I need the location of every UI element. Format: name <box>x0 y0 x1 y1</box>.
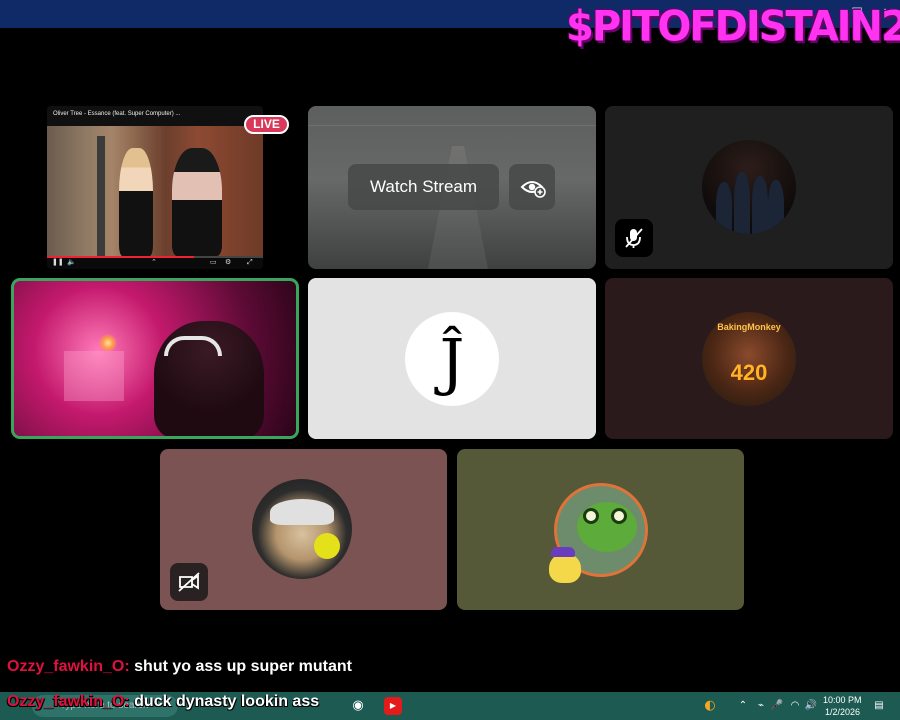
webcam-headset <box>164 336 222 356</box>
video-figure-right <box>172 148 222 256</box>
chat-message: Ozzy_fawkin_O: shut yo ass up super muta… <box>7 658 352 676</box>
video-figure-left <box>119 148 153 256</box>
avatar-figure <box>716 182 732 234</box>
captions-icon[interactable]: ▭ <box>210 258 217 266</box>
microphone-icon[interactable]: 🎤 <box>768 697 786 715</box>
chat-message: Ozzy_fawkin_O: duck dynasty lookin ass <box>7 693 319 711</box>
webcam-shelf <box>64 351 124 401</box>
avatar-ball <box>314 533 340 559</box>
video-lamppost <box>97 136 105 256</box>
participant-tile-frog[interactable] <box>457 449 744 610</box>
chevron-up-icon[interactable]: ⌃ <box>734 697 752 715</box>
pause-icon[interactable]: ❚❚ <box>52 258 64 266</box>
taskbar-time[interactable]: 10:00 PM <box>823 695 862 705</box>
avatar-duck-cap <box>551 547 575 557</box>
watch-stream-button[interactable]: Watch Stream <box>348 164 499 210</box>
avatar-frog-eye <box>583 508 599 524</box>
chat-username: Ozzy_fawkin_O: <box>7 693 130 710</box>
participant-tile-j[interactable]: Ĵ <box>308 278 596 439</box>
taskbar-date[interactable]: 1/2/2026 <box>825 707 860 717</box>
screen-share-hud <box>308 116 596 126</box>
avatar-logo-name: BakingMonkey <box>717 322 781 332</box>
participant-tile-bakingmonkey[interactable]: BakingMonkey 420 <box>605 278 893 439</box>
avatar-frog-eye <box>611 508 627 524</box>
mic-off-icon <box>615 219 653 257</box>
obs-icon[interactable]: ◉ <box>349 697 367 715</box>
avatar-figure <box>734 172 750 234</box>
weather-icon[interactable]: ◐ <box>701 697 719 715</box>
participant-avatar-j: Ĵ <box>405 312 499 406</box>
avatar-logo-number: 420 <box>730 360 768 385</box>
chat-username: Ozzy_fawkin_O: <box>7 658 130 675</box>
avatar-hat <box>270 499 334 525</box>
screen-share-tile[interactable]: Watch Stream <box>308 106 596 269</box>
chevron-up-icon[interactable]: ⌃ <box>151 258 157 266</box>
avatar-figure <box>752 176 768 234</box>
live-badge: LIVE <box>244 115 289 134</box>
fullscreen-icon[interactable]: ⤢ <box>247 258 253 267</box>
eye-plus-icon[interactable] <box>509 164 555 210</box>
notification-icon[interactable]: ▤ <box>870 697 888 715</box>
participant-avatar <box>702 140 796 234</box>
webcam-lamp <box>99 334 117 352</box>
stream-preview-tile[interactable]: Oliver Tree - Essance (feat. Super Compu… <box>47 106 263 269</box>
participant-tile-cat[interactable] <box>160 449 447 610</box>
streamer-name-overlay: $PITOFDISTAIN27 <box>566 2 900 52</box>
camera-off-icon <box>170 563 208 601</box>
settings-icon[interactable]: ⚙ <box>225 258 231 266</box>
volume-icon[interactable]: 🔈 <box>67 258 76 266</box>
participant-avatar-cat <box>252 479 352 579</box>
avatar-duck <box>549 547 581 583</box>
avatar-figure <box>768 180 784 234</box>
chat-text: shut yo ass up super mutant <box>134 658 352 675</box>
stream-video[interactable] <box>47 126 263 256</box>
youtube-icon[interactable]: ▶ <box>384 697 402 715</box>
speaker-icon[interactable]: 🔊 <box>802 697 820 715</box>
avatar-frog-head <box>577 502 637 552</box>
participant-tile-band[interactable] <box>605 106 893 269</box>
stream-video-title: Oliver Tree - Essance (feat. Super Compu… <box>53 111 181 117</box>
video-controls: ❚❚ 🔈 ⌃ ▭ ⚙ ⤢ <box>47 256 263 269</box>
participant-tile-webcam[interactable] <box>11 278 299 439</box>
participant-avatar-bakingmonkey: BakingMonkey 420 <box>702 312 796 406</box>
chat-text: duck dynasty lookin ass <box>134 693 320 710</box>
